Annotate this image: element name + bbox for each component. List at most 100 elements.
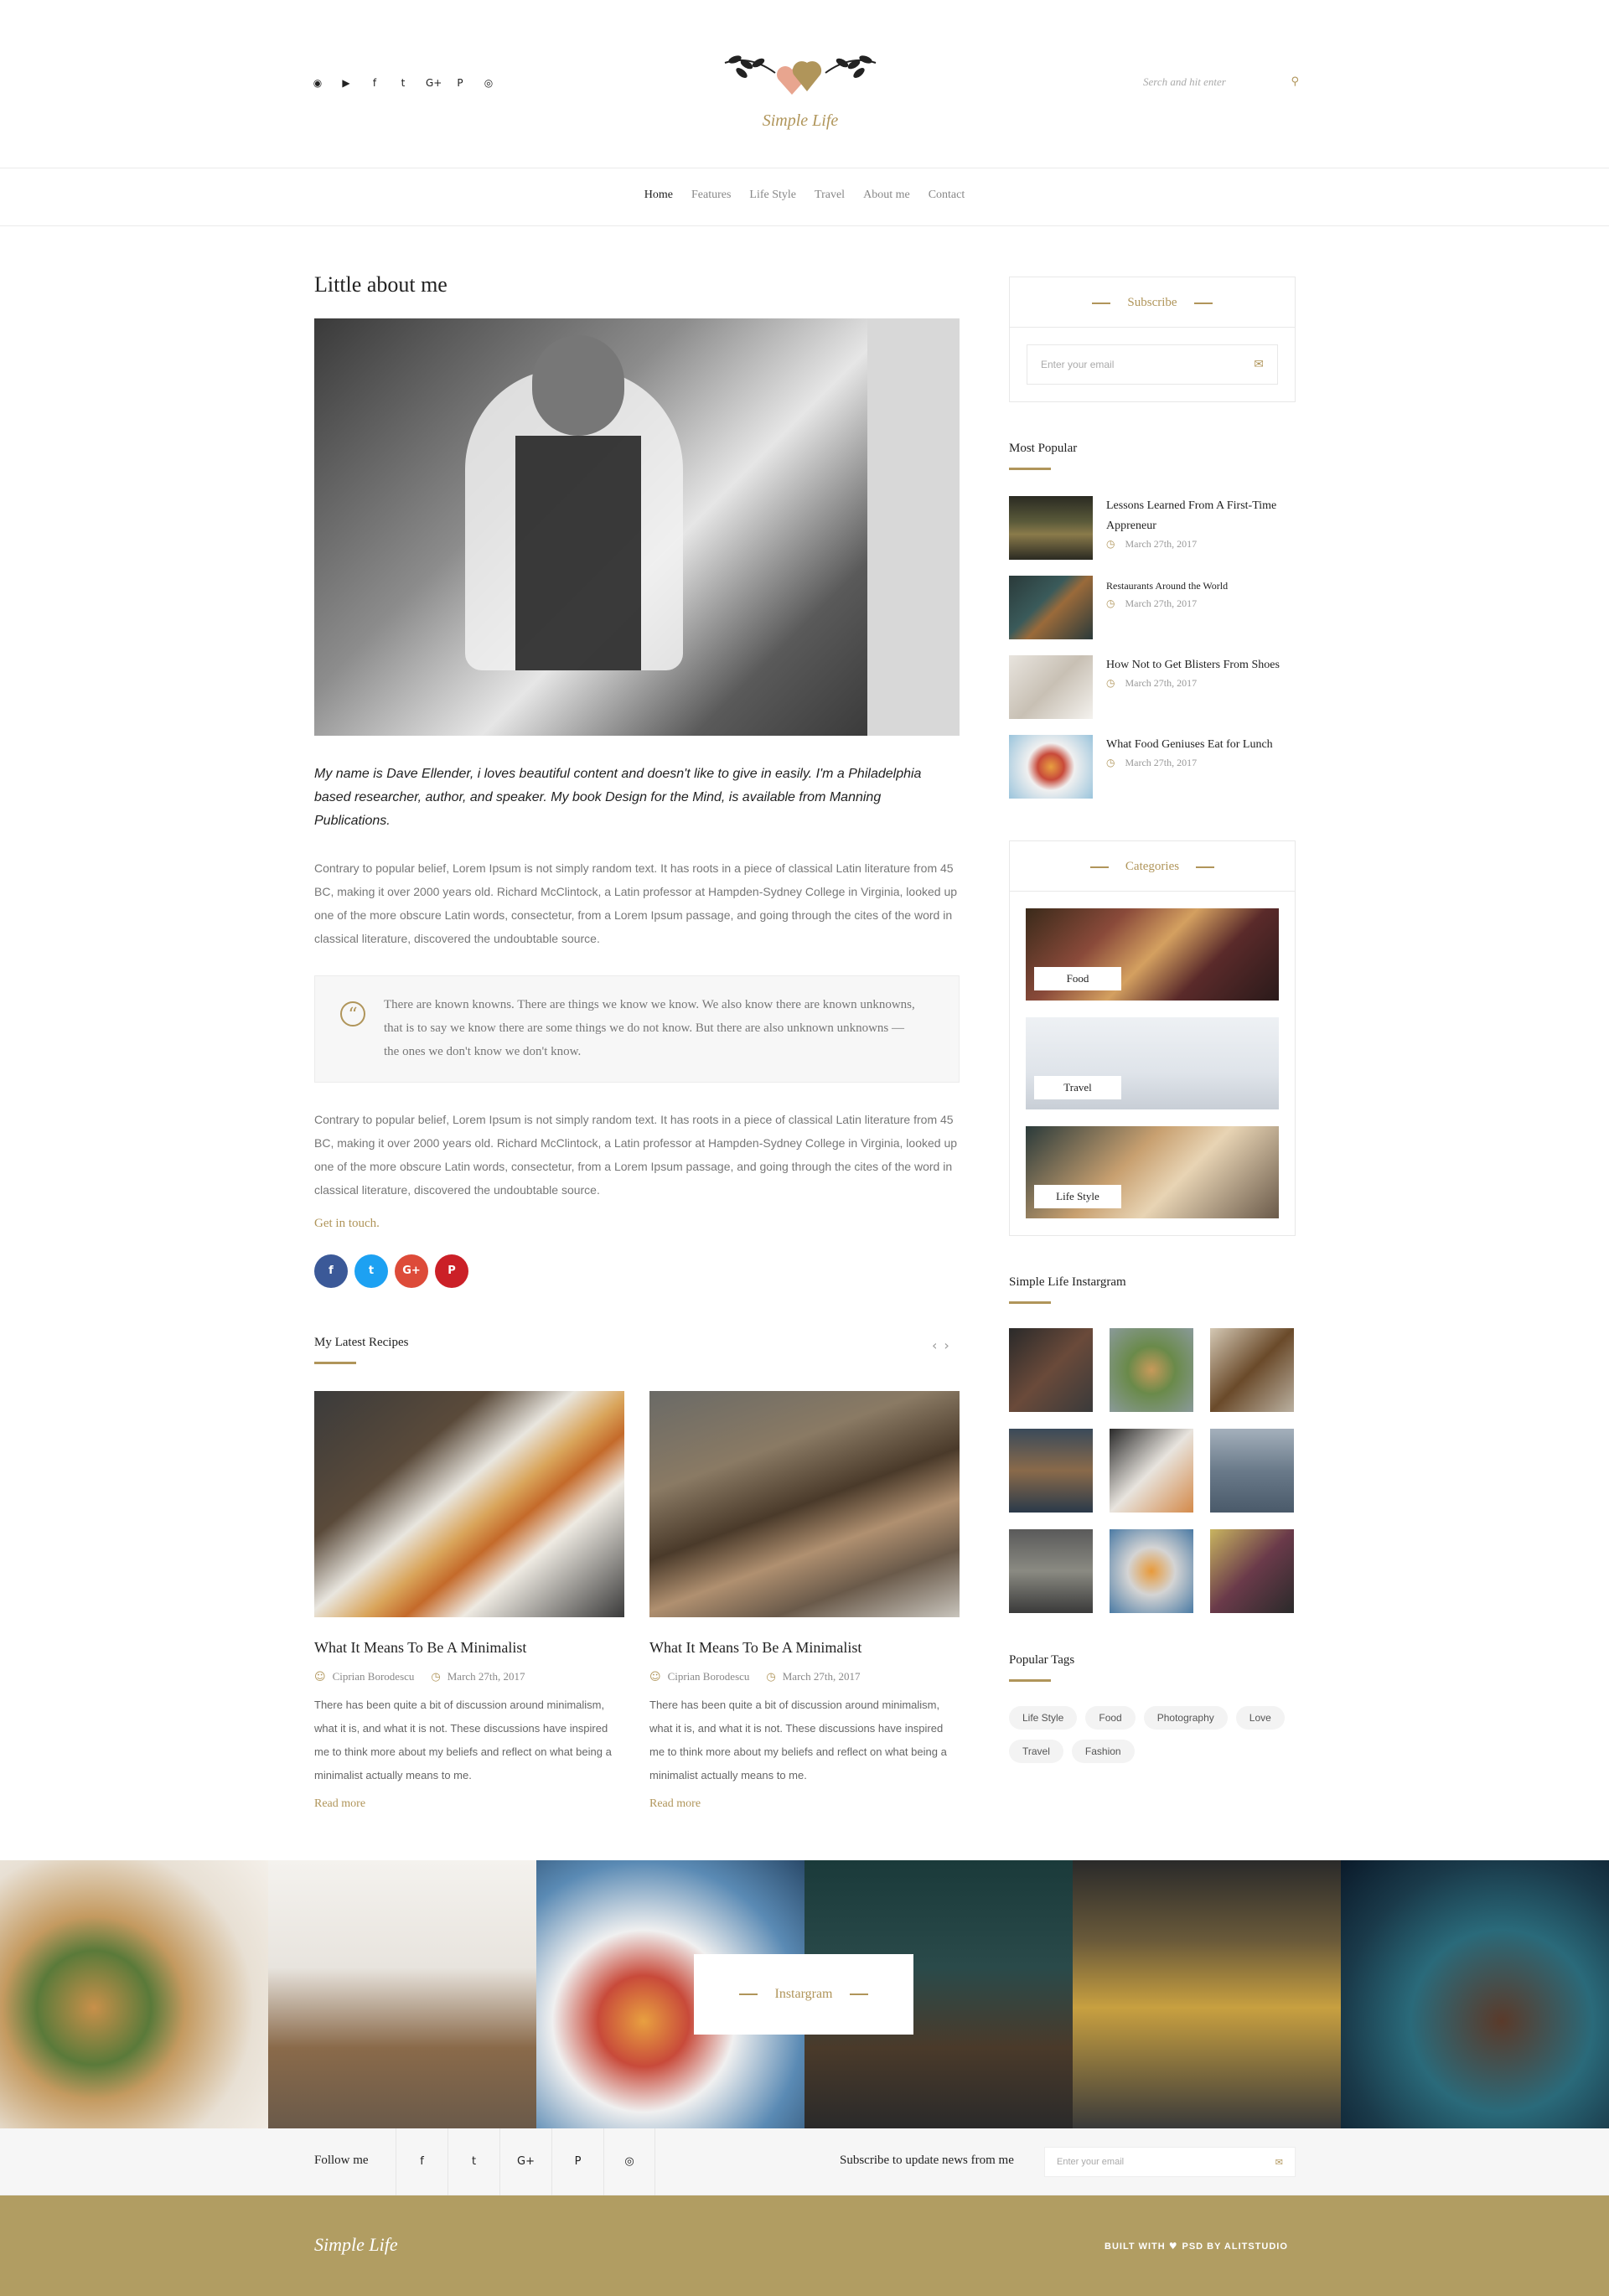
tag[interactable]: Fashion bbox=[1071, 1740, 1135, 1763]
instagram-icon[interactable]: ◎ bbox=[483, 77, 494, 89]
categories-heading: Categories bbox=[1010, 841, 1295, 892]
read-more-link[interactable]: Read more bbox=[314, 1797, 624, 1811]
facebook-icon[interactable]: f bbox=[369, 77, 380, 89]
quote-icon: “ bbox=[340, 1001, 365, 1026]
instagram-photo[interactable] bbox=[1009, 1429, 1093, 1513]
pinterest-icon[interactable]: P bbox=[454, 77, 466, 89]
recipe-card[interactable]: What It Means To Be A Minimalist ☺ Cipria… bbox=[649, 1391, 960, 1811]
tag[interactable]: Love bbox=[1235, 1706, 1285, 1730]
pinterest-icon[interactable]: P bbox=[551, 2128, 603, 2195]
popular-post-title[interactable]: Lessons Learned From A First-Time Appren… bbox=[1106, 496, 1299, 536]
popular-post-title[interactable]: How Not to Get Blisters From Shoes bbox=[1106, 655, 1299, 675]
google-plus-icon[interactable]: G+ bbox=[499, 2128, 551, 2195]
instagram-photo[interactable] bbox=[1210, 1429, 1294, 1513]
nav-item-life-style[interactable]: Life Style bbox=[749, 189, 796, 202]
tag[interactable]: Food bbox=[1085, 1706, 1136, 1730]
instagram-photo[interactable] bbox=[1210, 1328, 1294, 1412]
tag[interactable]: Life Style bbox=[1009, 1706, 1078, 1730]
recipe-image[interactable] bbox=[649, 1391, 960, 1617]
instagram-photo[interactable] bbox=[1110, 1328, 1193, 1412]
instagram-strip-photo[interactable] bbox=[1341, 1860, 1609, 2128]
newsletter-email-field[interactable]: Enter your email ✉ bbox=[1044, 2147, 1296, 2177]
nav-item-contact[interactable]: Contact bbox=[929, 189, 965, 202]
psd-credit-text: PSD BY ALITSTUDIO bbox=[1182, 2242, 1288, 2252]
category-label[interactable]: Travel bbox=[1034, 1076, 1121, 1099]
tag[interactable]: Travel bbox=[1009, 1740, 1063, 1763]
twitter-share-button[interactable]: t bbox=[354, 1254, 388, 1288]
instagram-photo[interactable] bbox=[1009, 1529, 1093, 1613]
popular-post-thumbnail[interactable] bbox=[1009, 576, 1093, 639]
body-paragraph-1: Contrary to popular belief, Lorem Ipsum … bbox=[314, 861, 958, 945]
category-life-style[interactable]: Life Style bbox=[1026, 1126, 1279, 1218]
mail-icon[interactable]: ✉ bbox=[1254, 358, 1264, 371]
clock-icon: ◷ bbox=[1106, 757, 1115, 768]
recipe-meta: ☺ Ciprian Borodescu ◷ March 27th, 2017 bbox=[314, 1670, 624, 1683]
google-plus-share-button[interactable]: G+ bbox=[395, 1254, 428, 1288]
instagram-strip-photo[interactable] bbox=[1073, 1860, 1341, 2128]
facebook-icon[interactable]: f bbox=[396, 2128, 448, 2195]
category-food[interactable]: Food bbox=[1026, 908, 1279, 1001]
popular-post-title[interactable]: What Food Geniuses Eat for Lunch bbox=[1106, 735, 1299, 755]
pinterest-share-button[interactable]: P bbox=[435, 1254, 468, 1288]
instagram-icon[interactable]: ◎ bbox=[603, 2128, 655, 2195]
footer-logo[interactable]: Simple Life bbox=[314, 2234, 398, 2256]
popular-post-thumbnail[interactable] bbox=[1009, 496, 1093, 560]
instagram-photo[interactable] bbox=[1009, 1328, 1093, 1412]
instagram-strip-label-text: Instargram bbox=[774, 1987, 833, 2001]
popular-post-thumbnail[interactable] bbox=[1009, 655, 1093, 719]
instagram-strip-photo[interactable] bbox=[268, 1860, 536, 2128]
nav-item-travel[interactable]: Travel bbox=[815, 189, 845, 202]
categories-heading-text: Categories bbox=[1125, 860, 1180, 873]
instagram-photo[interactable] bbox=[1110, 1529, 1193, 1613]
instagram-grid bbox=[1009, 1328, 1294, 1613]
youtube-icon[interactable]: ▶ bbox=[340, 77, 352, 89]
subscribe-widget: Subscribe Enter your email ✉ bbox=[1009, 277, 1296, 402]
page-title: Little about me bbox=[314, 272, 448, 297]
recipe-title[interactable]: What It Means To Be A Minimalist bbox=[314, 1639, 624, 1657]
recipe-date: ◷ March 27th, 2017 bbox=[766, 1670, 860, 1683]
chevron-left-icon[interactable]: ‹ bbox=[932, 1337, 944, 1353]
popular-post[interactable]: Lessons Learned From A First-Time Appren… bbox=[1009, 496, 1296, 560]
nav-item-home[interactable]: Home bbox=[644, 189, 673, 202]
popular-post-thumbnail[interactable] bbox=[1009, 735, 1093, 799]
read-more-link[interactable]: Read more bbox=[649, 1797, 960, 1811]
most-popular-heading-text: Most Popular bbox=[1009, 442, 1078, 455]
category-travel[interactable]: Travel bbox=[1026, 1017, 1279, 1109]
category-label[interactable]: Life Style bbox=[1034, 1185, 1121, 1208]
rss-icon[interactable]: ◉ bbox=[312, 77, 323, 89]
google-plus-icon[interactable]: G+ bbox=[426, 77, 442, 89]
recipe-title[interactable]: What It Means To Be A Minimalist bbox=[649, 1639, 960, 1657]
tag[interactable]: Photography bbox=[1143, 1706, 1228, 1730]
mail-icon[interactable]: ✉ bbox=[1275, 2157, 1283, 2168]
facebook-share-button[interactable]: f bbox=[314, 1254, 348, 1288]
header-search[interactable]: Serch and hit enter ⚲ bbox=[1143, 75, 1299, 89]
popular-post-title[interactable]: Restaurants Around the World bbox=[1106, 576, 1299, 596]
newsletter-label: Subscribe to update news from me bbox=[840, 2154, 1014, 2167]
search-input[interactable]: Serch and hit enter bbox=[1143, 75, 1226, 89]
popular-post-date: ◷ March 27th, 2017 bbox=[1106, 757, 1197, 769]
popular-post[interactable]: Restaurants Around the World ◷ March 27th… bbox=[1009, 576, 1296, 639]
popular-post[interactable]: What Food Geniuses Eat for Lunch ◷ March … bbox=[1009, 735, 1296, 799]
twitter-icon[interactable]: t bbox=[448, 2128, 499, 2195]
recipe-excerpt: There has been quite a bit of discussion… bbox=[314, 1699, 612, 1781]
nav-item-about[interactable]: About me bbox=[863, 189, 910, 202]
chevron-right-icon[interactable]: › bbox=[944, 1337, 955, 1353]
recipes-heading-text: My Latest Recipes bbox=[314, 1336, 409, 1349]
recipes-heading: My Latest Recipes bbox=[314, 1336, 408, 1364]
recipe-author: ☺ Ciprian Borodescu bbox=[314, 1670, 414, 1683]
subscribe-email-field[interactable]: Enter your email ✉ bbox=[1027, 344, 1278, 385]
category-label[interactable]: Food bbox=[1034, 967, 1121, 990]
recipe-image[interactable] bbox=[314, 1391, 624, 1617]
twitter-icon[interactable]: t bbox=[397, 77, 409, 89]
instagram-photo[interactable] bbox=[1210, 1529, 1294, 1613]
instagram-photo[interactable] bbox=[1110, 1429, 1193, 1513]
get-in-touch-link[interactable]: Get in touch. bbox=[314, 1217, 380, 1231]
search-icon[interactable]: ⚲ bbox=[1291, 75, 1299, 89]
popular-post[interactable]: How Not to Get Blisters From Shoes ◷ Marc… bbox=[1009, 655, 1296, 719]
instagram-strip-label[interactable]: Instargram bbox=[694, 1954, 913, 2035]
nav-item-features[interactable]: Features bbox=[691, 189, 731, 202]
instagram-strip-photo[interactable] bbox=[0, 1860, 268, 2128]
recipe-card[interactable]: What It Means To Be A Minimalist ☺ Cipria… bbox=[314, 1391, 624, 1811]
date-text: March 27th, 2017 bbox=[447, 1670, 525, 1683]
site-logo[interactable]: Simple Life bbox=[717, 46, 884, 138]
